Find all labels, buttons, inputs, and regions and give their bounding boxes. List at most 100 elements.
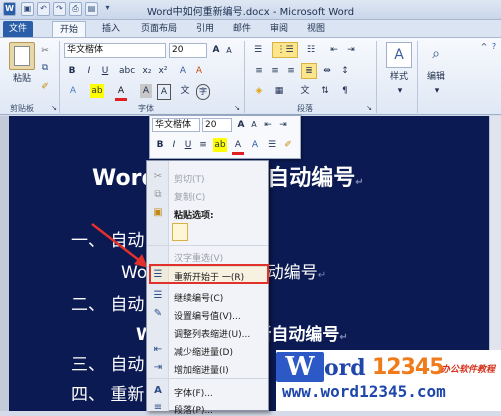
group-separator — [59, 41, 60, 113]
paragraph-icon: ≡ — [153, 402, 163, 413]
annotation-arrow-icon — [91, 223, 148, 268]
menu-separator — [147, 378, 268, 379]
italic-icon[interactable]: I — [83, 64, 95, 78]
increase-indent-icon: ⇥ — [153, 362, 163, 373]
borders-icon[interactable]: ▦ — [272, 84, 286, 98]
char-border-icon[interactable]: A — [157, 84, 171, 100]
styles-label[interactable]: 样式 — [383, 70, 415, 84]
mini-bold-icon[interactable]: B — [154, 138, 166, 152]
mini-center-icon[interactable]: ≡ — [197, 138, 209, 152]
editing-dropdown-icon[interactable]: ▾ — [431, 84, 443, 98]
tab-home[interactable]: 开始 — [52, 21, 86, 38]
align-right-icon[interactable]: ≡ — [284, 64, 298, 78]
menu-item-paragraph[interactable]: 段落(P)... — [174, 403, 213, 416]
tab-page-layout[interactable]: 页面布局 — [134, 21, 184, 38]
numbering-icon[interactable]: ⋮☰ — [272, 42, 298, 58]
doc-line-3[interactable]: 二、 自动 — [71, 290, 144, 315]
sort-icon[interactable]: ⇅ — [318, 84, 332, 98]
mini-decrease-indent-icon[interactable]: ⇤ — [262, 118, 274, 132]
menu-separator — [147, 245, 268, 246]
chinese-layout-icon[interactable]: 文 — [298, 84, 312, 98]
font-name-combo[interactable]: 华文楷体 — [64, 43, 166, 58]
mini-increase-indent-icon[interactable]: ⇥ — [277, 118, 289, 132]
font-launcher-icon[interactable]: ↘ — [232, 101, 242, 115]
menu-item-copy[interactable]: 复制(C) — [174, 190, 205, 203]
format-painter-icon[interactable]: ✐ — [38, 80, 52, 94]
group-separator — [376, 41, 377, 113]
mini-shrink-font-icon[interactable]: A — [248, 118, 260, 132]
paste-button-label[interactable]: 粘贴 — [9, 72, 35, 86]
font-size-combo[interactable]: 20 — [169, 43, 207, 58]
text-effects-icon[interactable]: A — [192, 64, 206, 78]
menu-item-restart-numbering[interactable]: 重新开始于 一(R) — [174, 270, 244, 283]
tab-file[interactable]: 文件 — [3, 21, 33, 38]
mini-size-combo[interactable]: 20 — [202, 118, 232, 132]
tab-review[interactable]: 审阅 — [264, 21, 294, 38]
doc-line-5[interactable]: 三、 自动 — [71, 350, 144, 375]
line-spacing-icon[interactable]: ↕ — [338, 64, 352, 78]
bold-icon[interactable]: B — [66, 64, 78, 78]
tab-view[interactable]: 视图 — [301, 21, 331, 38]
styles-icon[interactable]: A — [386, 42, 412, 68]
distributed-icon[interactable]: ⇹ — [320, 64, 334, 78]
mini-underline-icon[interactable]: U — [182, 138, 194, 152]
phonetic-guide-icon[interactable]: 文 — [178, 84, 192, 98]
subscript-icon[interactable]: x₂ — [140, 64, 154, 78]
watermark-brand-ord: ord — [324, 355, 366, 381]
find-icon[interactable]: ⌕ — [424, 42, 448, 68]
mini-format-painter-icon[interactable]: ✐ — [282, 138, 294, 152]
help-icon[interactable]: ? — [488, 40, 500, 54]
show-marks-icon[interactable]: ¶ — [338, 84, 352, 98]
clipboard-launcher-icon[interactable]: ↘ — [49, 101, 59, 115]
mini-font-combo[interactable]: 华文楷体 — [152, 118, 200, 132]
paragraph-launcher-icon[interactable]: ↘ — [364, 101, 374, 115]
mini-list-icon[interactable]: ☰ — [266, 138, 278, 152]
shrink-font-icon[interactable]: A — [223, 44, 235, 58]
shading-icon[interactable]: ◈ — [252, 84, 266, 98]
menu-item-decrease-indent[interactable]: 减少缩进量(D) — [174, 345, 233, 358]
menu-item-set-number-value[interactable]: 设置编号值(V)... — [174, 309, 241, 322]
strikethrough-icon[interactable]: abc — [119, 64, 135, 78]
text-effect-icon[interactable]: A — [66, 84, 80, 98]
multilevel-list-icon[interactable]: ☷ — [301, 43, 321, 57]
copy-icon[interactable]: ⧉ — [38, 61, 52, 75]
tab-insert[interactable]: 插入 — [96, 21, 126, 38]
align-center-icon[interactable]: ≡ — [268, 64, 282, 78]
styles-dropdown-icon[interactable]: ▾ — [394, 84, 406, 98]
mini-highlight-icon[interactable]: ab — [213, 138, 227, 152]
menu-item-adjust-list-indent[interactable]: 调整列表缩进(U)... — [174, 327, 250, 340]
watermark-url: www.word12345.com — [282, 382, 446, 401]
clear-format-icon[interactable]: A — [176, 64, 190, 78]
enclose-char-icon[interactable]: 字 — [196, 84, 210, 100]
underline-icon[interactable]: U — [99, 64, 111, 78]
grow-font-icon[interactable]: A — [210, 43, 222, 57]
menu-item-increase-indent[interactable]: 增加缩进量(I) — [174, 363, 229, 376]
group-separator — [244, 41, 245, 113]
highlight-icon[interactable]: ab — [90, 84, 104, 98]
mini-style-icon[interactable]: A — [249, 138, 261, 152]
decrease-indent-icon[interactable]: ⇤ — [327, 43, 341, 57]
increase-indent-icon[interactable]: ⇥ — [344, 43, 358, 57]
cut-icon[interactable]: ✂ — [38, 44, 52, 58]
font-color-icon[interactable]: A — [115, 84, 127, 101]
justify-icon[interactable]: ≣ — [301, 63, 317, 79]
menu-item-cut[interactable]: 剪切(T) — [174, 172, 205, 185]
menu-item-continue-numbering[interactable]: 继续编号(C) — [174, 291, 223, 304]
menu-item-reconvert[interactable]: 汉字重选(V) — [174, 251, 223, 264]
paste-keep-text-icon[interactable] — [172, 223, 188, 241]
align-left-icon[interactable]: ≡ — [252, 64, 266, 78]
group-separator — [417, 41, 418, 113]
tab-mailings[interactable]: 邮件 — [227, 21, 257, 38]
doc-line-6[interactable]: 四、 重新 — [71, 380, 144, 405]
font-icon: A — [154, 385, 162, 396]
mini-font-color-icon[interactable]: A — [232, 138, 244, 155]
mini-italic-icon[interactable]: I — [168, 138, 180, 152]
editing-label[interactable]: 编辑 — [420, 70, 452, 84]
menu-item-font[interactable]: 字体(F)... — [174, 386, 213, 399]
superscript-icon[interactable]: x² — [156, 64, 170, 78]
mini-grow-font-icon[interactable]: A — [235, 118, 247, 132]
menu-item-paste-options: 粘贴选项: — [174, 211, 214, 221]
tab-references[interactable]: 引用 — [190, 21, 220, 38]
bullets-icon[interactable]: ☰ — [248, 43, 268, 57]
char-shading-icon[interactable]: A — [140, 84, 152, 98]
